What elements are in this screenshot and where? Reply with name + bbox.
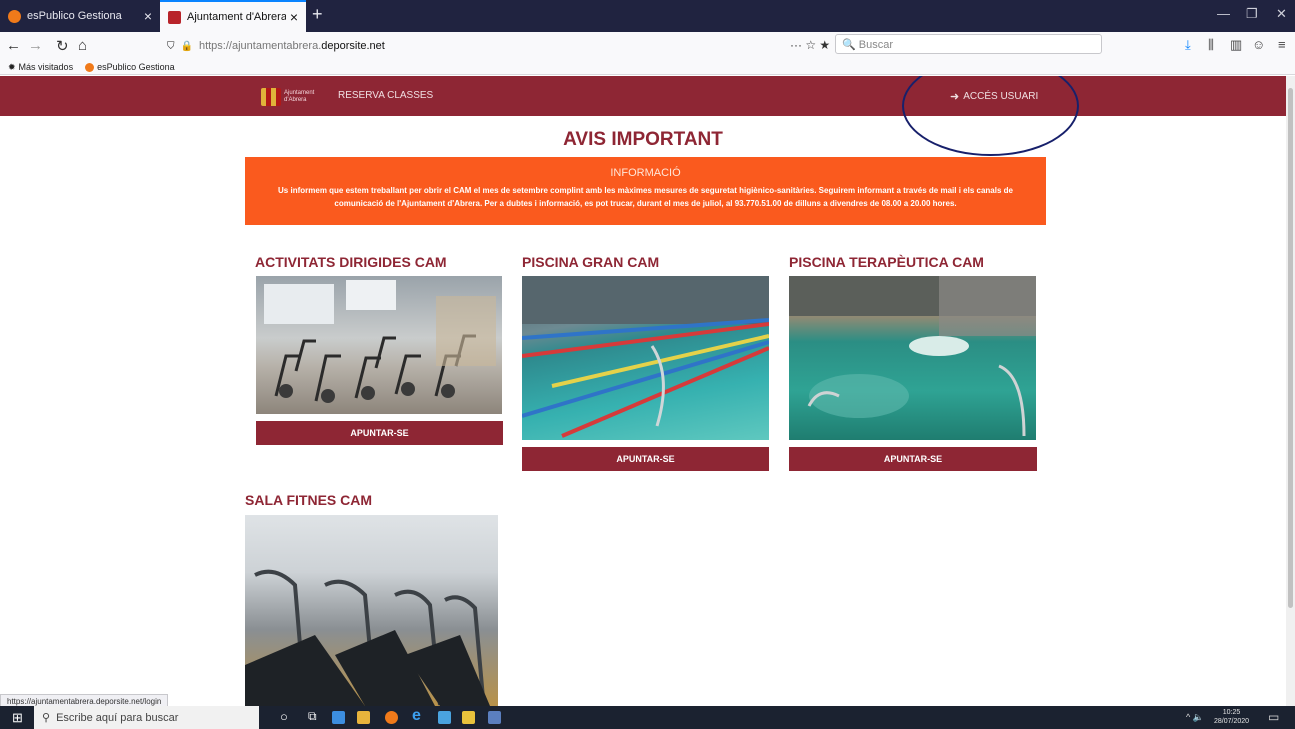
- taskbar-search-input[interactable]: ⚲ Escribe aquí para buscar: [34, 706, 259, 729]
- notifications-icon[interactable]: ▭: [1268, 710, 1279, 724]
- menu-reserva-classes[interactable]: RESERVA CLASSES: [338, 90, 433, 101]
- task-view-icon[interactable]: ⧉: [308, 709, 317, 724]
- forward-icon[interactable]: →: [28, 37, 43, 54]
- gym-bikes-image: [256, 276, 502, 414]
- restore-icon[interactable]: ❐: [1246, 6, 1258, 22]
- app-icon[interactable]: [332, 711, 345, 724]
- home-icon[interactable]: ⌂: [78, 37, 87, 54]
- windows-taskbar: ⊞ ⚲ Escribe aquí para buscar ○ ⧉ e ^ 🔈 1…: [0, 706, 1295, 729]
- info-body: Us informem que estem treballant per obr…: [278, 186, 1013, 208]
- gear-icon: ✹: [8, 61, 16, 72]
- tab-title: Ajuntament d'Abrera - Deporsi: [187, 11, 286, 23]
- address-bar[interactable]: ⛉ 🔒 https://ajuntamentabrera.deporsite.n…: [167, 35, 829, 57]
- store-icon[interactable]: [438, 711, 451, 724]
- shield-icon[interactable]: ⛉: [167, 41, 175, 52]
- espublico-icon: [85, 62, 95, 72]
- library-icon[interactable]: ⫼: [1208, 37, 1214, 53]
- close-tab-icon[interactable]: ×: [144, 8, 152, 24]
- search-placeholder: Buscar: [858, 39, 894, 51]
- tray-icons[interactable]: ^ 🔈: [1186, 712, 1204, 723]
- close-tab-icon[interactable]: ×: [290, 9, 298, 25]
- abrera-shield-icon: [261, 88, 281, 106]
- edge-icon[interactable]: e: [412, 707, 421, 725]
- search-input[interactable]: 🔍 Buscar: [835, 34, 1102, 54]
- windows-start-icon[interactable]: ⊞: [12, 710, 23, 726]
- clock-time: 10:25: [1222, 709, 1241, 716]
- url-prefix: https://ajuntamentabrera.: [198, 40, 322, 52]
- site-logo[interactable]: Ajuntament d'Abrera: [261, 88, 314, 106]
- web-page: Ajuntament d'Abrera RESERVA CLASSES ➜ ACC…: [0, 76, 1286, 706]
- reload-icon[interactable]: ↻: [56, 37, 69, 55]
- site-header: Ajuntament d'Abrera RESERVA CLASSES ➜ ACC…: [0, 76, 1286, 116]
- card-title-piscina-gran: PISCINA GRAN CAM: [522, 254, 660, 270]
- espublico-favicon-icon: [8, 9, 21, 23]
- cortana-icon[interactable]: ○: [280, 709, 288, 724]
- folder-icon[interactable]: [462, 711, 475, 724]
- apuntar-button-piscina-terapeutica[interactable]: APUNTAR-SE: [789, 447, 1037, 471]
- info-banner: INFORMACIÓ Us informem que estem treball…: [245, 157, 1046, 225]
- pool-lanes-image: [522, 276, 769, 440]
- logo-text-2: d'Abrera: [284, 97, 307, 103]
- close-window-icon[interactable]: ✕: [1276, 6, 1287, 22]
- tab-espublico[interactable]: esPublico Gestiona ×: [0, 0, 160, 32]
- url-domain: deporsite.net: [321, 40, 385, 52]
- bookmark-mas-visitados[interactable]: ✹ Más visitados: [8, 62, 73, 73]
- apuntar-button-activitats[interactable]: APUNTAR-SE: [256, 421, 503, 445]
- card-title-sala-fitnes: SALA FITNES CAM: [245, 492, 373, 508]
- tab-ajuntament[interactable]: Ajuntament d'Abrera - Deporsi ×: [160, 0, 306, 32]
- taskbar-search-placeholder: Escribe aquí para buscar: [56, 711, 179, 724]
- logo-text-1: Ajuntament: [284, 90, 315, 96]
- lock-icon: 🔒: [180, 40, 193, 52]
- scrollbar-thumb[interactable]: [1288, 88, 1293, 608]
- file-explorer-icon[interactable]: [357, 711, 370, 724]
- page-actions-icon[interactable]: ··· ☆ ★: [790, 38, 830, 52]
- bookmark-espublico[interactable]: esPublico Gestiona: [85, 62, 175, 72]
- bookmarks-toolbar: ✹ Más visitados esPublico Gestiona: [0, 60, 1295, 75]
- page-scrollbar[interactable]: [1286, 76, 1295, 706]
- apuntar-button-piscina-gran[interactable]: APUNTAR-SE: [522, 447, 769, 471]
- clock[interactable]: 10:25 28/07/2020: [1214, 708, 1249, 726]
- card-title-activitats: ACTIVITATS DIRIGIDES CAM: [255, 254, 447, 270]
- page-title: AVIS IMPORTANT: [563, 129, 723, 150]
- sidebar-icon[interactable]: ▥: [1230, 37, 1242, 53]
- search-icon: ⚲: [42, 712, 51, 724]
- minimize-icon[interactable]: —: [1217, 6, 1230, 21]
- firefox-icon[interactable]: [385, 711, 398, 724]
- abrera-favicon-icon: [168, 10, 181, 24]
- clock-date: 28/07/2020: [1214, 718, 1250, 725]
- calculator-icon[interactable]: [488, 711, 501, 724]
- account-icon[interactable]: ☺: [1252, 37, 1265, 52]
- therapy-pool-image: [789, 276, 1036, 440]
- treadmills-image: [245, 515, 498, 706]
- download-icon[interactable]: ⤓: [1185, 37, 1191, 53]
- menu-icon[interactable]: ≡: [1278, 37, 1286, 52]
- tab-title: esPublico Gestiona: [27, 10, 122, 22]
- tab-bar: esPublico Gestiona × Ajuntament d'Abrera…: [0, 0, 1295, 32]
- info-heading: INFORMACIÓ: [610, 167, 681, 179]
- new-tab-icon[interactable]: +: [312, 4, 323, 25]
- back-icon[interactable]: ←: [6, 37, 21, 54]
- card-title-piscina-terapeutica: PISCINA TERAPÈUTICA CAM: [789, 254, 984, 270]
